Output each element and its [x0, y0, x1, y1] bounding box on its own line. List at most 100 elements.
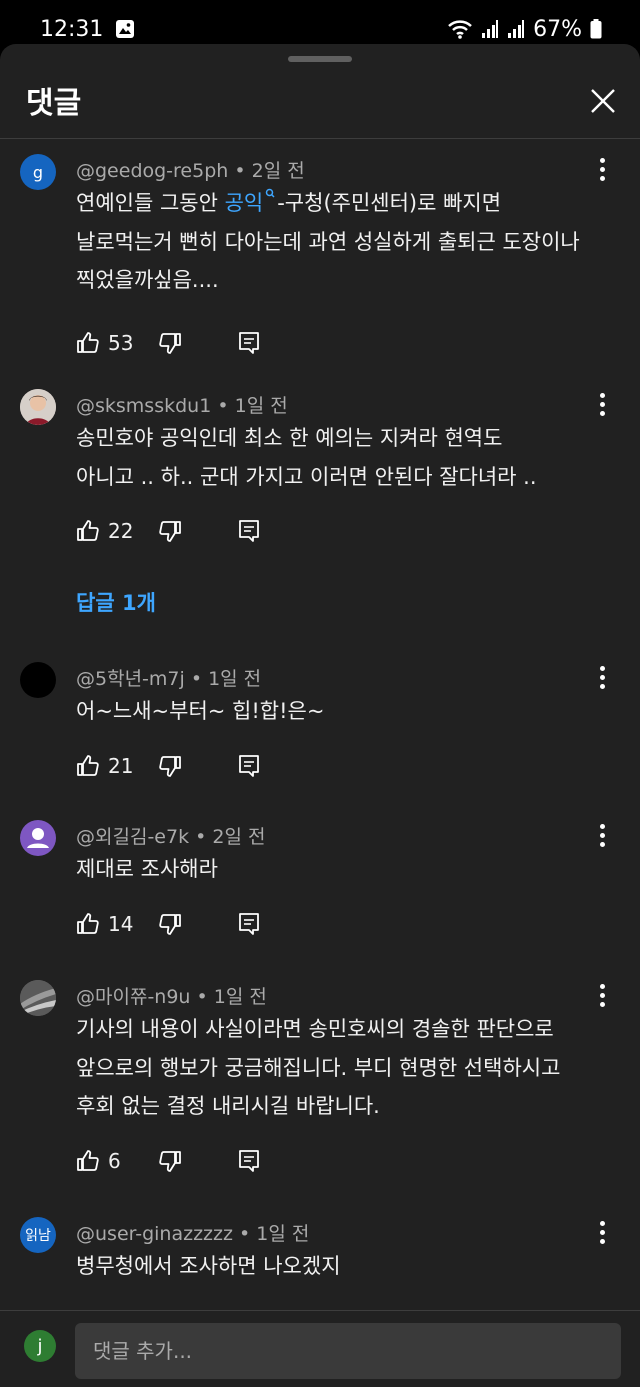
- reply-icon: [239, 1150, 259, 1172]
- reply-icon: [239, 520, 259, 542]
- thumbs-down-icon: [159, 521, 181, 542]
- like-button[interactable]: 21: [76, 754, 158, 778]
- more-options-button[interactable]: [590, 154, 614, 184]
- comment-author[interactable]: @마이쮸-n9u: [76, 986, 190, 1008]
- default-user-icon: [27, 828, 49, 848]
- thumbs-down-icon: [159, 756, 181, 777]
- comment-time: 1일 전: [213, 986, 267, 1008]
- sheet-title: 댓글: [26, 86, 82, 121]
- like-count: 53: [108, 331, 134, 355]
- avatar[interactable]: [20, 820, 56, 856]
- comment-time: 2일 전: [212, 826, 266, 848]
- search-link-text: 공익: [224, 191, 264, 215]
- comment-text: 제대로 조사해라: [76, 850, 218, 889]
- comment-text: 기사의 내용이 사실이라면 송민호씨의 경솔한 판단으로 앞으로의 행보가 궁금…: [76, 1010, 560, 1126]
- comment-actions: 22: [76, 516, 260, 546]
- drag-handle[interactable]: [288, 56, 352, 62]
- avatar-photo: [20, 980, 56, 1016]
- thumbs-up-icon: [77, 520, 99, 541]
- reply-icon: [239, 332, 259, 354]
- avatar-letter: 읽남: [25, 1228, 51, 1244]
- gallery-notification-icon: [116, 20, 135, 38]
- avatar[interactable]: [20, 389, 56, 425]
- avatar[interactable]: g: [20, 154, 56, 190]
- reply-button[interactable]: [238, 1149, 260, 1173]
- status-right: 67%: [447, 17, 602, 42]
- comment-time: 1일 전: [234, 395, 288, 417]
- comment-actions: 21: [76, 751, 260, 781]
- comment-meta: @마이쮸-n9u • 1일 전: [76, 986, 267, 1008]
- thumbs-up-icon: [77, 913, 99, 934]
- like-count: 6: [108, 1149, 121, 1173]
- signal-icon-2: [508, 20, 525, 38]
- like-button[interactable]: 14: [76, 912, 158, 936]
- comment-meta: @외길김-e7k • 2일 전: [76, 826, 266, 848]
- clock: 12:31: [40, 16, 104, 42]
- like-count: 21: [108, 754, 134, 778]
- comment-composer: j: [0, 1310, 640, 1387]
- comment-line: 날로먹는거 뻔히 다아는데 과연 성실하게 출퇴근 도장이나: [76, 229, 580, 254]
- comment-time: 1일 전: [256, 1223, 310, 1245]
- comment-author[interactable]: @5학년-m7j: [76, 668, 185, 690]
- comment-text: 병무청에서 조사하면 나오겠지: [76, 1247, 341, 1286]
- comment-actions: 14: [76, 909, 260, 939]
- comment-time: 2일 전: [251, 160, 305, 182]
- like-button[interactable]: 6: [76, 1149, 158, 1173]
- like-count: 14: [108, 912, 134, 936]
- my-avatar: j: [24, 1330, 56, 1362]
- comment-meta: @5학년-m7j • 1일 전: [76, 668, 262, 690]
- thumbs-down-icon: [159, 914, 181, 935]
- comment-actions: 53: [76, 328, 260, 358]
- reply-icon: [239, 913, 259, 935]
- close-button[interactable]: [588, 86, 618, 116]
- signal-icon-1: [482, 20, 499, 38]
- comment-author[interactable]: @sksmsskdu1: [76, 395, 211, 417]
- search-link[interactable]: 공익: [224, 188, 278, 215]
- wifi-icon: [448, 20, 472, 39]
- avatar[interactable]: [20, 980, 56, 1016]
- reply-button[interactable]: [238, 912, 260, 936]
- header-divider: [0, 138, 640, 139]
- reply-button[interactable]: [238, 331, 260, 355]
- my-avatar-letter: j: [37, 1335, 43, 1357]
- comment-line: 제대로 조사해라: [76, 857, 218, 881]
- dislike-button[interactable]: [158, 754, 182, 778]
- battery-percent: 67%: [533, 16, 582, 42]
- like-button[interactable]: 53: [76, 331, 158, 355]
- dislike-button[interactable]: [158, 1149, 182, 1173]
- comment-line: 기사의 내용이 사실이라면 송민호씨의 경솔한 판단으로: [76, 1017, 554, 1041]
- like-count: 22: [108, 519, 134, 543]
- avatar[interactable]: [20, 662, 56, 698]
- comment-meta: @sksmsskdu1 • 1일 전: [76, 395, 288, 417]
- comment-author[interactable]: @geedog-re5ph: [76, 160, 228, 182]
- more-options-button[interactable]: [590, 1217, 614, 1247]
- comment-author[interactable]: @외길김-e7k: [76, 826, 189, 848]
- search-icon: [265, 188, 275, 198]
- add-comment-input[interactable]: [75, 1323, 621, 1379]
- dislike-button[interactable]: [158, 912, 182, 936]
- avatar[interactable]: 읽남: [20, 1217, 56, 1253]
- more-options-button[interactable]: [590, 662, 614, 692]
- dislike-button[interactable]: [158, 331, 182, 355]
- comment-line: 후회 없는 결정 내리시길 바랍니다.: [76, 1094, 380, 1118]
- comment-line: 찍었을까싶음....: [76, 268, 219, 292]
- more-options-button[interactable]: [590, 820, 614, 850]
- close-icon: [591, 89, 615, 113]
- comment-meta: @user-ginazzzzz • 1일 전: [76, 1223, 310, 1245]
- view-replies-link[interactable]: 답글 1개: [76, 587, 156, 617]
- comment-meta: @geedog-re5ph • 2일 전: [76, 160, 305, 182]
- comment-line: 아니고 .. 하.. 군대 가지고 이러면 안된다 잘다녀라 ..: [76, 464, 537, 489]
- battery-icon: [590, 19, 602, 39]
- like-button[interactable]: 22: [76, 519, 158, 543]
- more-options-button[interactable]: [590, 980, 614, 1010]
- comment-author[interactable]: @user-ginazzzzz: [76, 1223, 233, 1245]
- reply-button[interactable]: [238, 754, 260, 778]
- more-options-button[interactable]: [590, 389, 614, 419]
- comment-line: 송민호야 공익인데 최소 한 예의는 지켜라 현역도: [76, 426, 503, 450]
- comment-time: 1일 전: [208, 668, 262, 690]
- dislike-button[interactable]: [158, 519, 182, 543]
- comment-line: 연예인들 그동안: [76, 191, 225, 215]
- reply-button[interactable]: [238, 519, 260, 543]
- comment-text: 연예인들 그동안 공익 -구청(주민센터)로 빠지면 날로먹는거 뻔히 다아는데 …: [76, 184, 580, 300]
- status-left: 12:31: [40, 17, 135, 42]
